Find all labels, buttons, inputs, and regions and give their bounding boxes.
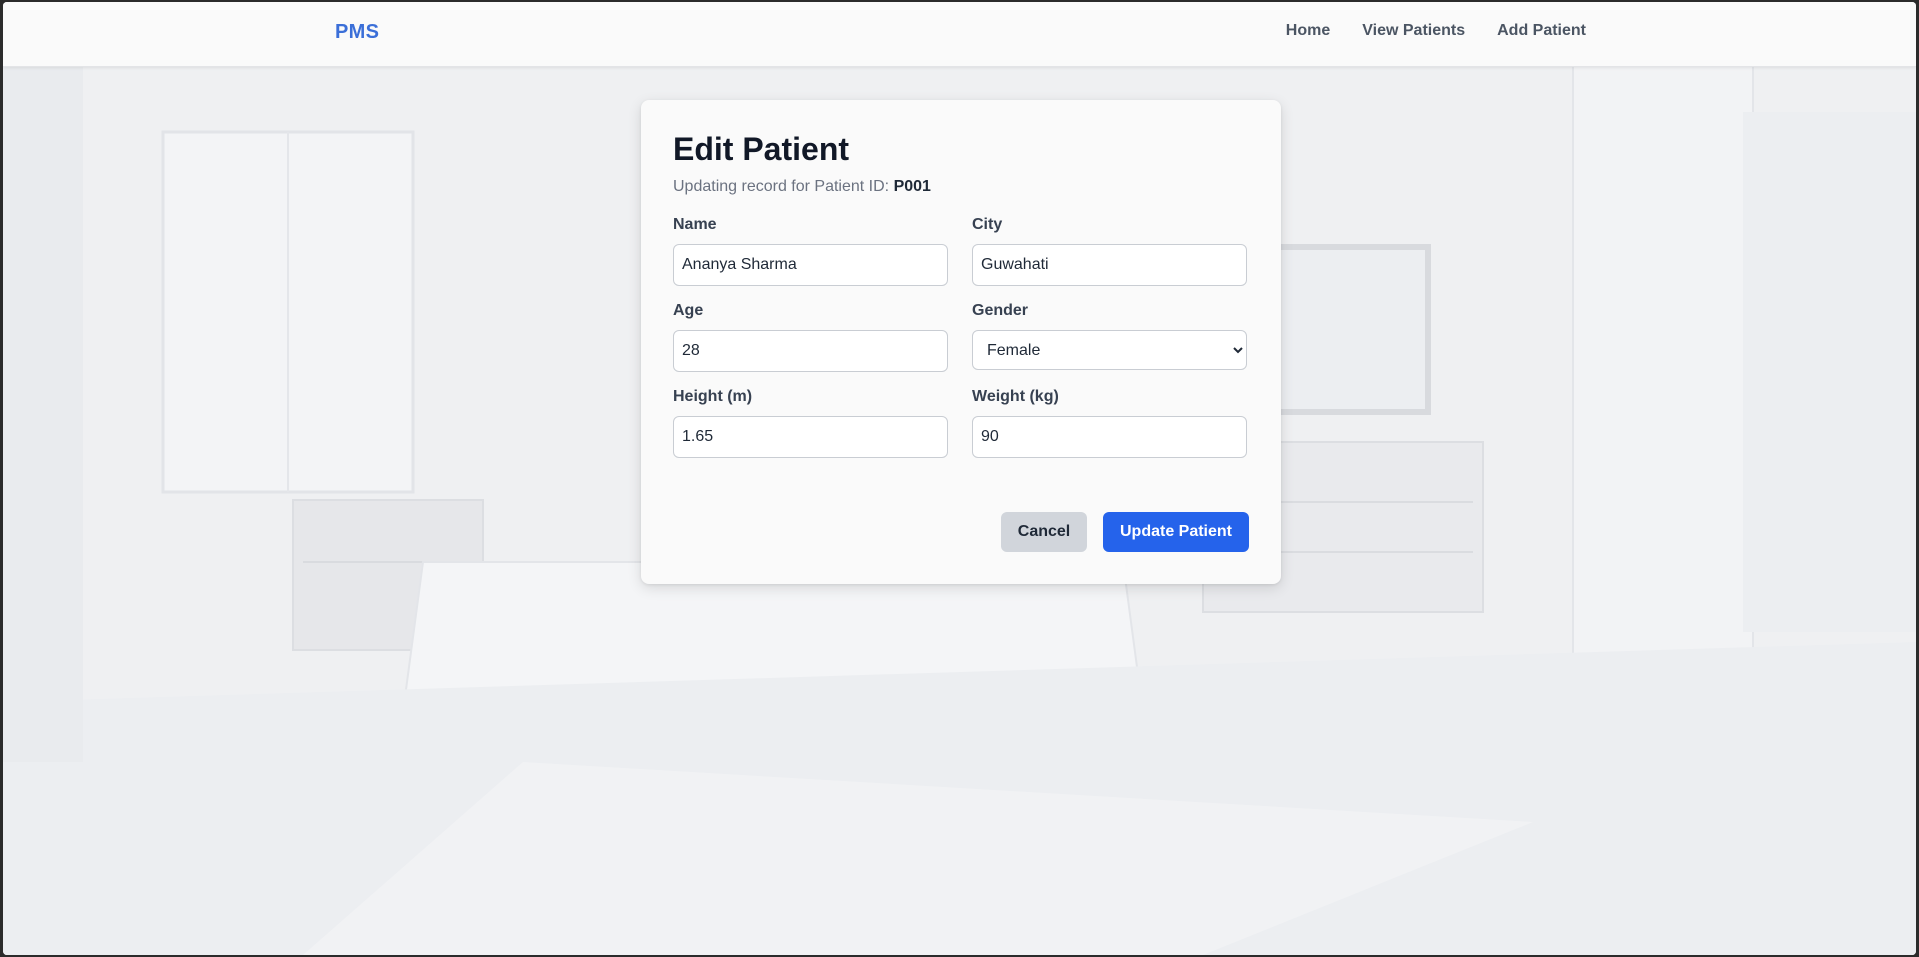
- weight-label: Weight (kg): [972, 388, 1059, 405]
- gender-field-group: Gender Female: [972, 302, 1247, 372]
- patient-id-subtitle: Updating record for Patient ID: P001: [673, 178, 1249, 196]
- update-patient-button[interactable]: Update Patient: [1103, 512, 1249, 552]
- page-title: Edit Patient: [673, 131, 850, 167]
- city-field-group: City: [972, 216, 1247, 286]
- height-field-group: Height (m): [673, 388, 948, 458]
- name-input[interactable]: [673, 244, 948, 286]
- name-label: Name: [673, 216, 717, 233]
- age-label: Age: [673, 302, 704, 319]
- nav-link-home[interactable]: Home: [1286, 22, 1330, 40]
- weight-field-group: Weight (kg): [972, 388, 1247, 458]
- age-field-group: Age: [673, 302, 948, 372]
- patient-id-value: P001: [893, 178, 931, 195]
- height-label: Height (m): [673, 388, 753, 405]
- edit-patient-card: Edit Patient Updating record for Patient…: [641, 100, 1281, 584]
- form-actions: Cancel Update Patient: [1001, 512, 1249, 552]
- brand-logo[interactable]: PMS: [335, 21, 379, 44]
- name-field-group: Name: [673, 216, 948, 286]
- nav-link-view-patients[interactable]: View Patients: [1362, 22, 1465, 40]
- top-navbar: PMS Home View Patients Add Patient: [3, 2, 1916, 67]
- gender-select[interactable]: Female: [972, 330, 1247, 370]
- cancel-button[interactable]: Cancel: [1001, 512, 1087, 552]
- browser-viewport: PMS Home View Patients Add Patient Edit …: [3, 2, 1916, 955]
- height-input[interactable]: [673, 416, 948, 458]
- nav-links: Home View Patients Add Patient: [1286, 22, 1586, 40]
- city-input[interactable]: [972, 244, 1247, 286]
- nav-link-add-patient[interactable]: Add Patient: [1497, 22, 1586, 40]
- gender-label: Gender: [972, 302, 1029, 319]
- patient-form: Name City Age Gender Female Height (m): [673, 216, 1249, 458]
- subtitle-text: Updating record for Patient ID:: [673, 178, 894, 195]
- city-label: City: [972, 216, 1003, 233]
- age-input[interactable]: [673, 330, 948, 372]
- weight-input[interactable]: [972, 416, 1247, 458]
